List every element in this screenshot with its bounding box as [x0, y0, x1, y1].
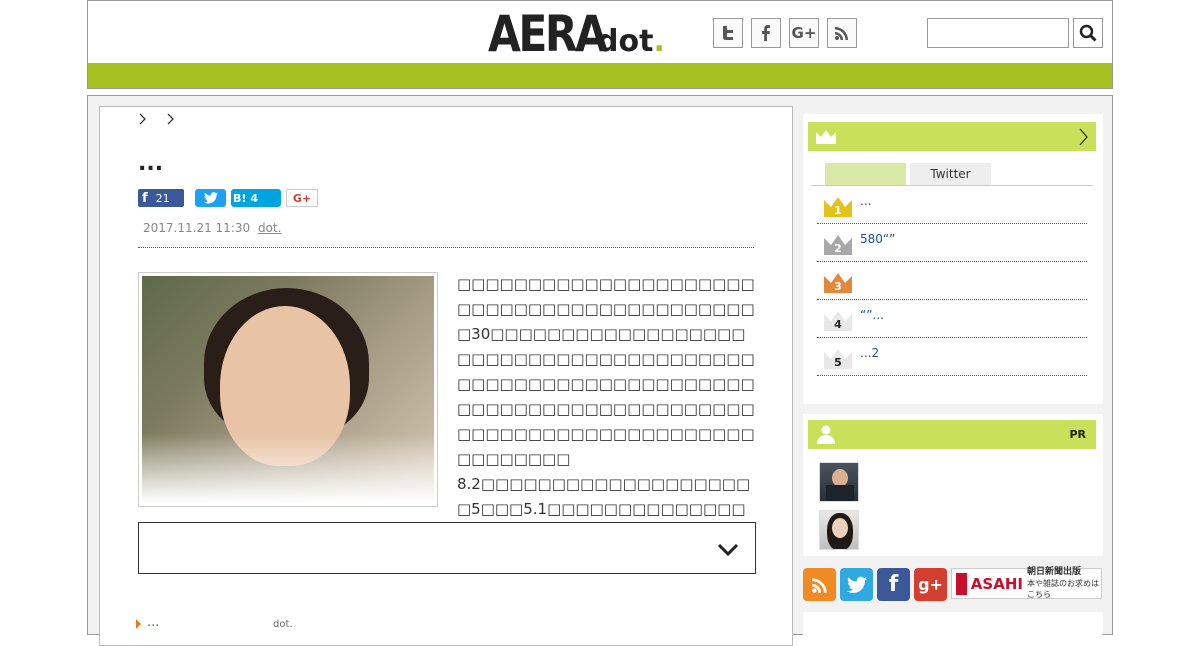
related-article-link[interactable]: ... [136, 615, 160, 630]
related-title: ... [147, 615, 160, 630]
search-button[interactable] [1073, 18, 1103, 48]
facebook-icon[interactable]: f [877, 568, 910, 601]
article-photo[interactable] [138, 272, 438, 507]
thumb-face [832, 518, 848, 538]
google-plus-share-button[interactable]: G+ [286, 189, 318, 207]
divider [138, 247, 754, 248]
twitter-icon[interactable] [713, 18, 743, 48]
ranking-item[interactable]: 5 ...2 [817, 338, 1087, 376]
hatena-bookmark-button[interactable]: B! 4 [231, 189, 281, 207]
content-frame: ... f 21 B! 4 G+ 2017.11.21 11:30 dot. □… [87, 95, 1113, 646]
pr-label: PR [1069, 428, 1086, 441]
ranking-title: 580“” [860, 232, 896, 246]
logo-period: . [653, 24, 665, 59]
book-icon [956, 572, 967, 595]
asahi-shop-banner[interactable]: ASAHI 朝日新聞出版 本や雑誌のお求めはこちら [951, 567, 1102, 600]
google-plus-icon[interactable]: G+ [789, 18, 819, 48]
twitter-icon[interactable] [840, 568, 873, 601]
ranking-title: ... [860, 194, 872, 208]
chevron-right-icon [1079, 128, 1088, 146]
article-title: ... [138, 151, 164, 176]
asahi-line2: 本や雑誌のお求めはこちら [1026, 579, 1099, 599]
asahi-text: 朝日新聞出版 本や雑誌のお求めはこちら [1027, 567, 1101, 600]
tab-access[interactable] [825, 163, 906, 185]
chevron-right-icon [139, 113, 146, 125]
rank-number: 3 [834, 280, 842, 293]
source-link[interactable]: dot. [258, 221, 281, 235]
search-icon [1079, 24, 1097, 42]
article-panel: ... f 21 B! 4 G+ 2017.11.21 11:30 dot. □… [99, 106, 793, 646]
triangle-bullet-icon [136, 619, 141, 629]
breadcrumb [138, 113, 176, 129]
site-logo[interactable]: AERA dot. [488, 9, 665, 59]
logo-dot: dot. [597, 25, 665, 59]
hatena-icon: B! [233, 191, 247, 205]
rank-number: 2 [834, 242, 842, 255]
site-header: AERA dot. G+ [87, 0, 1113, 63]
publish-date: 2017.11.21 11:30 [143, 221, 251, 235]
ranking-tabs: Twitter [825, 163, 995, 185]
page-wrapper: AERA dot. G+ ... f 21 B! 4 G+ 2017.11.21… [87, 0, 1113, 646]
ranking-item[interactable]: 4 “”... [817, 300, 1087, 338]
photo-image [142, 276, 434, 503]
tab-twitter[interactable]: Twitter [910, 163, 991, 185]
ranking-title: “”... [860, 308, 884, 322]
crown-icon [816, 130, 836, 144]
facebook-share-count: 21 [155, 191, 170, 205]
chevron-down-icon [717, 543, 739, 557]
nav-bar [87, 63, 1113, 89]
ranking-item[interactable]: 1... [817, 186, 1087, 224]
logo-aera: AERA [488, 5, 608, 63]
hatena-count: 4 [250, 191, 259, 205]
related-source: dot. [273, 619, 293, 630]
thumb-suit [826, 485, 854, 501]
sidebar-next-panel [803, 612, 1103, 642]
rss-icon[interactable] [803, 568, 836, 601]
logo-dot-text: dot [597, 24, 654, 59]
twitter-icon [203, 192, 218, 204]
footer-links: f g+ ASAHI 朝日新聞出版 本や雑誌のお求めはこちら [803, 567, 1102, 601]
article-meta: 2017.11.21 11:30 dot. [143, 221, 281, 235]
body-paragraph: □□□□□□□□□□□□□□□□□□□□□□□□□□□□□□□□□□□□□□□□… [457, 275, 755, 468]
chevron-right-icon [167, 113, 175, 125]
facebook-share-button[interactable]: f 21 [138, 189, 184, 207]
read-more-button[interactable] [138, 522, 756, 574]
ranking-item[interactable]: 2 580“” [817, 224, 1087, 262]
twitter-share-button[interactable] [195, 189, 226, 207]
rank-number: 5 [834, 356, 842, 369]
search-input[interactable] [927, 18, 1069, 48]
ranking-header[interactable] [808, 122, 1096, 151]
rank-number: 4 [834, 318, 842, 331]
asahi-brand: ASAHI [970, 574, 1023, 593]
article-body: □□□□□□□□□□□□□□□□□□□□□□□□□□□□□□□□□□□□□□□□… [457, 272, 757, 547]
photo-fade [142, 433, 434, 503]
pr-thumbnail[interactable] [819, 462, 859, 502]
asahi-line1: 朝日新聞出版 [1026, 567, 1081, 577]
ranking-item[interactable]: 3 [817, 262, 1087, 300]
facebook-icon: f [142, 190, 148, 206]
ranking-title: ...2 [860, 346, 880, 360]
google-plus-icon: G+ [292, 191, 312, 205]
google-plus-icon[interactable]: g+ [914, 568, 947, 601]
person-icon [817, 425, 835, 444]
facebook-icon[interactable] [751, 18, 781, 48]
rss-icon[interactable] [827, 18, 857, 48]
pr-thumbnail[interactable] [819, 510, 859, 550]
pr-header: PR [808, 420, 1096, 449]
rank-number: 1 [834, 204, 842, 217]
